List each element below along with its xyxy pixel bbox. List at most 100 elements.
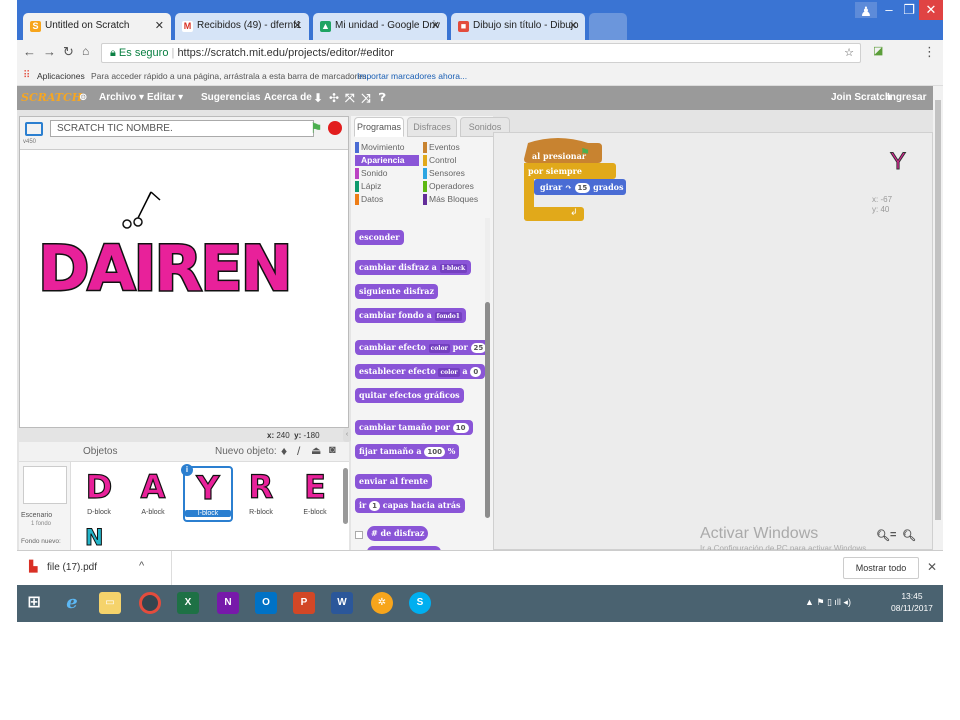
onenote-icon[interactable]: N xyxy=(217,592,239,614)
skype-icon[interactable]: S xyxy=(409,592,431,614)
sprite-card[interactable]: Y I-block i xyxy=(181,464,233,522)
download-file[interactable]: file (17).pdf xyxy=(47,562,97,573)
category-2[interactable]: Apariencia xyxy=(355,155,419,166)
block-go-back[interactable]: ir 1 capas hacia atrás xyxy=(355,498,465,513)
sprite-card[interactable]: R R-block xyxy=(237,466,287,522)
block-set-size[interactable]: fijar tamaño a 100 % xyxy=(355,444,460,459)
block-switch-costume[interactable]: cambiar disfraz a I-block xyxy=(355,260,472,275)
import-bookmarks-link[interactable]: Importar marcadores ahora... xyxy=(357,66,467,86)
tab-scratch[interactable]: S Untitled on Scratch ✕ xyxy=(23,13,171,40)
page-scrollbar[interactable] xyxy=(933,86,943,550)
stage-canvas[interactable]: DAIREN xyxy=(20,150,348,428)
category-6[interactable]: Lápiz xyxy=(355,181,419,192)
powerpoint-icon[interactable]: P xyxy=(293,592,315,614)
backdrop-dropdown[interactable]: fondo1 xyxy=(434,311,462,321)
close-icon[interactable]: ✕ xyxy=(927,560,937,574)
profile-icon[interactable]: ♟ xyxy=(855,2,877,19)
category-7[interactable]: Operadores xyxy=(423,181,487,192)
menu-edit[interactable]: Editar ▾ xyxy=(147,86,183,110)
zoom-reset-button[interactable]: = xyxy=(890,529,896,541)
sprite-library-icon[interactable]: ♦ xyxy=(281,444,287,458)
turn-input[interactable]: 15 xyxy=(574,183,591,193)
maximize-button[interactable]: ❐ xyxy=(899,0,919,20)
collapse-stage-icon[interactable]: ‹ xyxy=(343,428,351,442)
stage-thumbnail[interactable] xyxy=(23,466,67,504)
tab-drawings[interactable]: ■ Dibujo sin título - Dibujo ✕ xyxy=(451,13,585,40)
join-scratch-link[interactable]: Join Scratch xyxy=(831,86,891,110)
app-icon[interactable]: ✲ xyxy=(371,592,393,614)
menu-tips[interactable]: Sugerencias xyxy=(201,86,260,110)
tab-costumes[interactable]: Disfraces xyxy=(407,117,457,137)
block-change-effect[interactable]: cambiar efecto color por 25 xyxy=(355,340,491,355)
size-input[interactable]: 100 xyxy=(424,447,445,457)
block-clear-effects[interactable]: quitar efectos gráficos xyxy=(355,388,464,403)
page-scrollbar-thumb[interactable] xyxy=(935,100,941,520)
show-all-button[interactable]: Mostrar todo xyxy=(843,557,919,579)
sprite-card[interactable]: A A-block xyxy=(129,466,179,522)
excel-icon[interactable]: X xyxy=(177,592,199,614)
presentation-mode-icon[interactable] xyxy=(25,122,43,136)
duplicate-icon[interactable]: ⬇ xyxy=(313,86,323,110)
upload-sprite-icon[interactable]: ⏏ xyxy=(311,444,321,457)
help-icon[interactable]: ❓︎ xyxy=(379,86,386,110)
tab-drive[interactable]: ▲ Mi unidad - Google Driv ✕ xyxy=(313,13,447,40)
shrink-icon[interactable]: ⤨ xyxy=(361,86,371,110)
close-window-button[interactable]: ✕ xyxy=(919,0,943,20)
category-9[interactable]: Más Bloques xyxy=(423,194,487,205)
new-tab-button[interactable] xyxy=(589,13,627,40)
block-set-effect[interactable]: establecer efecto color a 0 xyxy=(355,364,486,379)
minimize-button[interactable]: – xyxy=(879,0,899,20)
tab-scripts[interactable]: Programas xyxy=(354,117,404,137)
apps-link[interactable]: Aplicaciones xyxy=(37,66,85,86)
script-area[interactable]: ↲ Y al presionar ⚑ por siempre girar ↷ 1… xyxy=(493,132,933,553)
close-icon[interactable]: ✕ xyxy=(569,19,578,32)
sprite-info-icon[interactable]: i xyxy=(181,464,193,476)
block-switch-backdrop[interactable]: cambiar fondo a fondo1 xyxy=(355,308,466,323)
star-icon[interactable]: ☆ xyxy=(844,44,854,62)
size-input[interactable]: 10 xyxy=(452,423,469,433)
category-4[interactable]: Sonido xyxy=(355,168,419,179)
windows-start-icon[interactable]: ⊞ xyxy=(23,592,45,614)
category-0[interactable]: Movimiento xyxy=(355,142,419,153)
outlook-icon[interactable]: O xyxy=(255,592,277,614)
category-1[interactable]: Eventos xyxy=(423,142,487,153)
category-5[interactable]: Sensores xyxy=(423,168,487,179)
file-explorer-icon[interactable]: ▭ xyxy=(99,592,121,614)
effect-input[interactable]: 25 xyxy=(470,343,487,353)
category-3[interactable]: Control xyxy=(423,155,487,166)
sprite-pane-scrollbar[interactable] xyxy=(343,468,348,524)
chrome-icon[interactable] xyxy=(139,592,161,614)
back-icon[interactable]: ← xyxy=(23,44,36,59)
reload-icon[interactable]: ↻ xyxy=(63,44,74,60)
effect-input[interactable]: 0 xyxy=(470,367,482,377)
grow-icon[interactable]: ⤧ xyxy=(345,86,355,110)
costume-checkbox[interactable] xyxy=(355,531,363,539)
effect-dropdown[interactable]: color xyxy=(428,343,450,353)
block-change-size[interactable]: cambiar tamaño por 10 xyxy=(355,420,473,435)
ie-icon[interactable]: e xyxy=(61,592,83,614)
zoom-out-icon[interactable]: 🔍︎ xyxy=(876,529,890,542)
clock[interactable]: 13:45 08/11/2017 xyxy=(891,590,933,614)
zoom-in-icon[interactable]: 🔍︎ xyxy=(902,529,916,542)
close-icon[interactable]: ✕ xyxy=(293,19,302,32)
camera-icon[interactable]: ◙ xyxy=(329,444,336,456)
tray-icons[interactable]: ▲ ⚑ ▯ ıll ◂) xyxy=(805,597,851,608)
palette-scrollbar[interactable] xyxy=(485,302,490,518)
sprite-n-partial[interactable]: N xyxy=(84,526,103,552)
tab-gmail[interactable]: M Recibidos (49) - dfernf1 ✕ xyxy=(175,13,309,40)
block-hide[interactable]: esconder xyxy=(355,230,404,245)
scratch-logo[interactable]: SCRATCH xyxy=(21,86,82,110)
block-next-costume[interactable]: siguiente disfraz xyxy=(355,284,438,299)
menu-about[interactable]: Acerca de xyxy=(264,86,312,110)
word-icon[interactable]: W xyxy=(331,592,353,614)
project-name-input[interactable]: SCRATCH TIC NOMBRE. xyxy=(50,120,314,137)
menu-icon[interactable]: ⋮ xyxy=(923,44,936,60)
effect-dropdown[interactable]: color xyxy=(438,367,460,377)
chevron-up-icon[interactable]: ^ xyxy=(139,560,144,572)
block-go-front[interactable]: enviar al frente xyxy=(355,474,433,489)
forward-icon[interactable]: → xyxy=(43,44,56,59)
menu-file[interactable]: Archivo ▾ xyxy=(99,86,144,110)
close-icon[interactable]: ✕ xyxy=(431,19,440,32)
omnibox[interactable]: 🔒︎ Es seguro | https://scratch.mit.edu/p… xyxy=(101,43,861,63)
delete-icon[interactable]: ✣ xyxy=(329,86,339,110)
